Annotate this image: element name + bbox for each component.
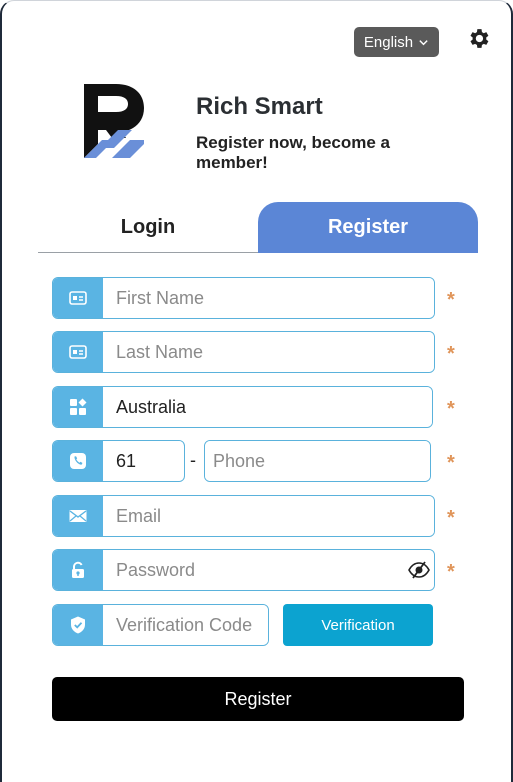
brand-name: Rich Smart (196, 93, 323, 120)
required-mark: * (447, 507, 455, 529)
eye-hidden-icon[interactable] (408, 561, 430, 579)
verification-button[interactable]: Verification (283, 604, 433, 646)
required-mark: * (447, 343, 455, 365)
tab-register[interactable]: Register (258, 202, 478, 253)
lock-icon (53, 550, 103, 590)
email-input[interactable] (103, 496, 434, 536)
grid-icon (53, 387, 103, 427)
tab-login[interactable]: Login (38, 202, 258, 253)
country-field (52, 386, 433, 428)
required-mark: * (447, 452, 455, 474)
last-name-input[interactable] (103, 332, 434, 372)
brand-logo (84, 84, 144, 158)
shield-icon (53, 605, 103, 645)
gear-icon[interactable] (466, 26, 491, 51)
chevron-down-icon (419, 39, 428, 45)
required-mark: * (447, 561, 455, 583)
phone-code-field (52, 440, 185, 482)
register-submit-button[interactable]: Register (52, 677, 464, 721)
phone-separator: - (190, 450, 196, 470)
envelope-icon (53, 496, 103, 536)
id-card-icon (53, 278, 103, 318)
first-name-field (52, 277, 435, 319)
phone-icon (53, 441, 103, 481)
verification-code-input[interactable] (103, 605, 268, 645)
first-name-input[interactable] (103, 278, 434, 318)
brand-tagline: Register now, become a member! (196, 133, 390, 172)
phone-code-input[interactable] (103, 441, 183, 481)
country-select[interactable] (103, 387, 432, 427)
verification-field (52, 604, 269, 646)
id-card-icon (53, 332, 103, 372)
language-label: English (363, 33, 414, 51)
language-selector[interactable]: English (354, 27, 439, 57)
password-field (52, 549, 435, 591)
required-mark: * (447, 398, 455, 420)
phone-number-input[interactable] (205, 441, 430, 481)
email-field (52, 495, 435, 537)
auth-tabs: Login Register (38, 202, 478, 253)
last-name-field (52, 331, 435, 373)
password-input[interactable] (103, 550, 434, 590)
phone-number-field (204, 440, 431, 482)
required-mark: * (447, 289, 455, 311)
